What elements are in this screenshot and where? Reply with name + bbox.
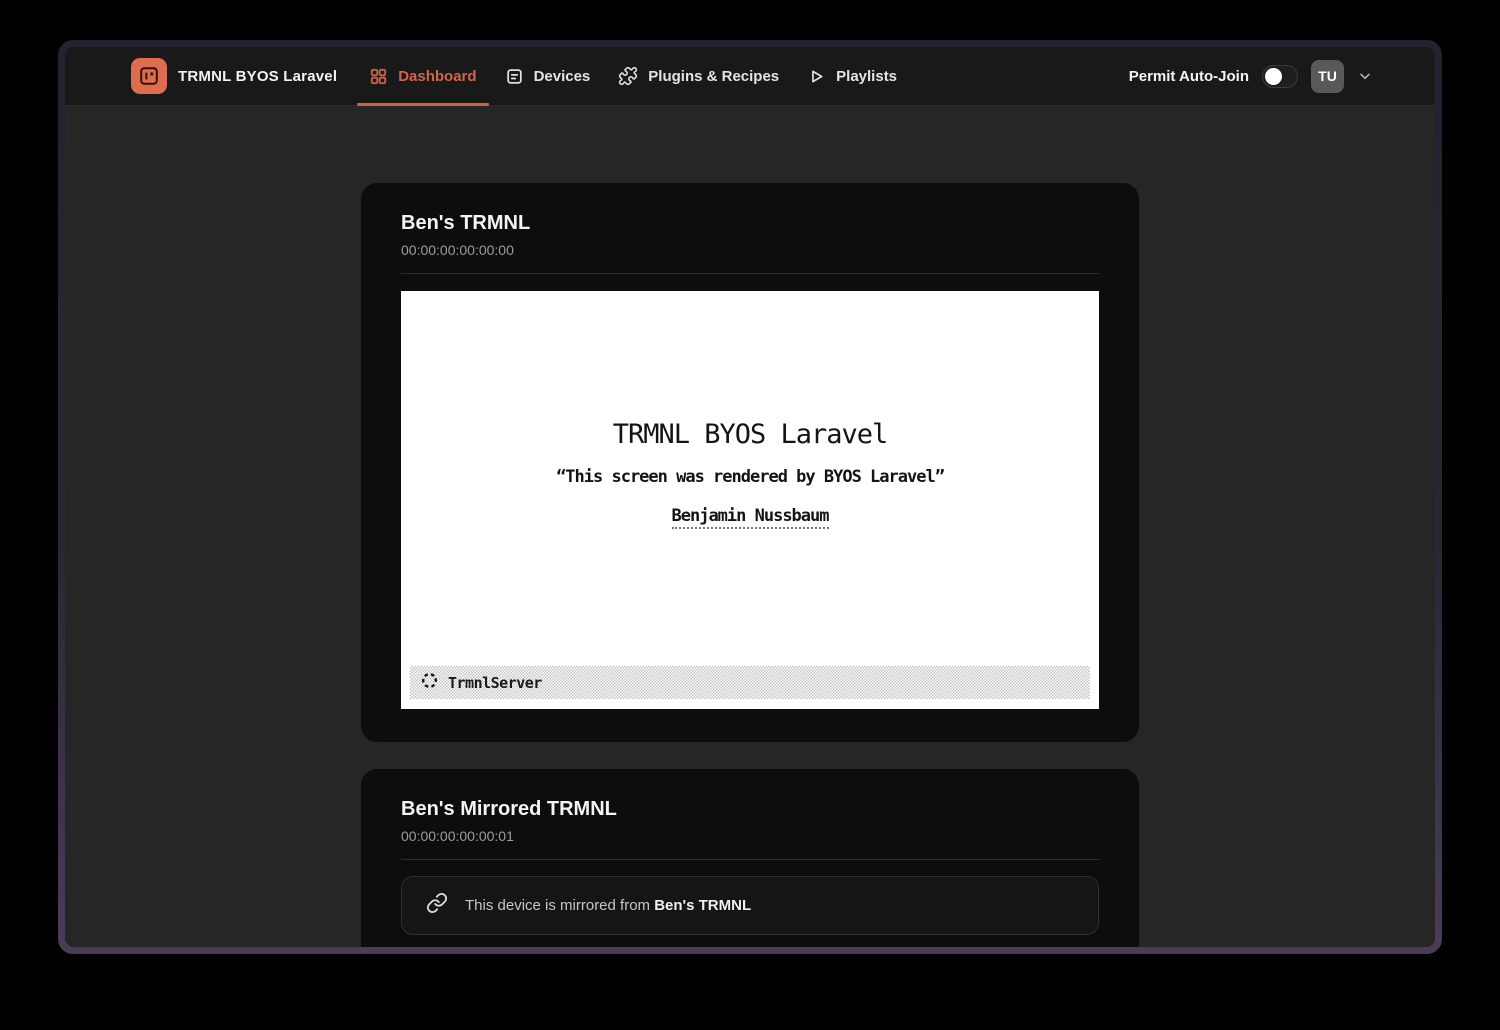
divider [401,859,1099,860]
device-card-bens-trmnl: Ben's TRMNL 00:00:00:00:00:00 TRMNL BYOS… [361,183,1139,742]
puzzle-icon [618,66,638,86]
mirror-notice-prefix: This device is mirrored from [465,897,654,914]
toggle-knob [1265,68,1282,85]
dashboard-grid-icon [369,67,388,86]
device-screen-preview: TRMNL BYOS Laravel “This screen was rend… [401,291,1099,709]
app-window-content: TRMNL BYOS Laravel Dashboard [65,47,1435,947]
mirror-source-device: Ben's TRMNL [654,897,751,914]
screen-quote: “This screen was rendered by BYOS Larave… [556,467,944,487]
app-title: TRMNL BYOS Laravel [178,68,337,85]
divider [401,273,1099,274]
dashboard-content: Ben's TRMNL 00:00:00:00:00:00 TRMNL BYOS… [65,106,1435,947]
spinner-icon [420,671,439,694]
device-name: Ben's TRMNL [401,209,1099,237]
permit-auto-join-label: Permit Auto-Join [1129,68,1249,85]
nav-tabs: Dashboard Devices [357,47,909,105]
screen-footer-bar: TrmnlServer [410,666,1090,699]
nav-tab-devices[interactable]: Devices [493,47,603,105]
mirror-notice: This device is mirrored from Ben's TRMNL [401,876,1099,935]
permit-auto-join-toggle[interactable] [1262,65,1298,88]
link-icon [426,892,448,919]
trmnl-logo-icon [131,58,167,94]
device-name: Ben's Mirrored TRMNL [401,795,1099,823]
screen-author: Benjamin Nussbaum [672,506,829,529]
play-icon [807,67,826,86]
nav-tab-playlists[interactable]: Playlists [795,47,909,105]
nav-tab-label: Plugins & Recipes [648,68,779,85]
chevron-down-icon[interactable] [1357,68,1373,84]
app-window: TRMNL BYOS Laravel Dashboard [58,40,1442,954]
device-mac-address: 00:00:00:00:00:01 [401,828,1099,844]
screen-footer-label: TrmnlServer [448,674,542,692]
devices-icon [505,67,524,86]
navbar-right: Permit Auto-Join TU [1129,47,1373,105]
brand: TRMNL BYOS Laravel [131,47,337,105]
top-navbar: TRMNL BYOS Laravel Dashboard [65,47,1435,106]
nav-tab-label: Devices [534,68,591,85]
user-avatar[interactable]: TU [1311,60,1344,93]
nav-tab-dashboard[interactable]: Dashboard [357,47,488,105]
nav-tab-label: Dashboard [398,68,476,85]
device-mac-address: 00:00:00:00:00:00 [401,242,1099,258]
nav-tab-plugins-recipes[interactable]: Plugins & Recipes [606,47,791,105]
device-card-bens-mirrored-trmnl: Ben's Mirrored TRMNL 00:00:00:00:00:01 T… [361,769,1139,947]
screen-title: TRMNL BYOS Laravel [613,419,888,450]
nav-tab-label: Playlists [836,68,897,85]
mirror-notice-text: This device is mirrored from Ben's TRMNL [465,897,751,914]
